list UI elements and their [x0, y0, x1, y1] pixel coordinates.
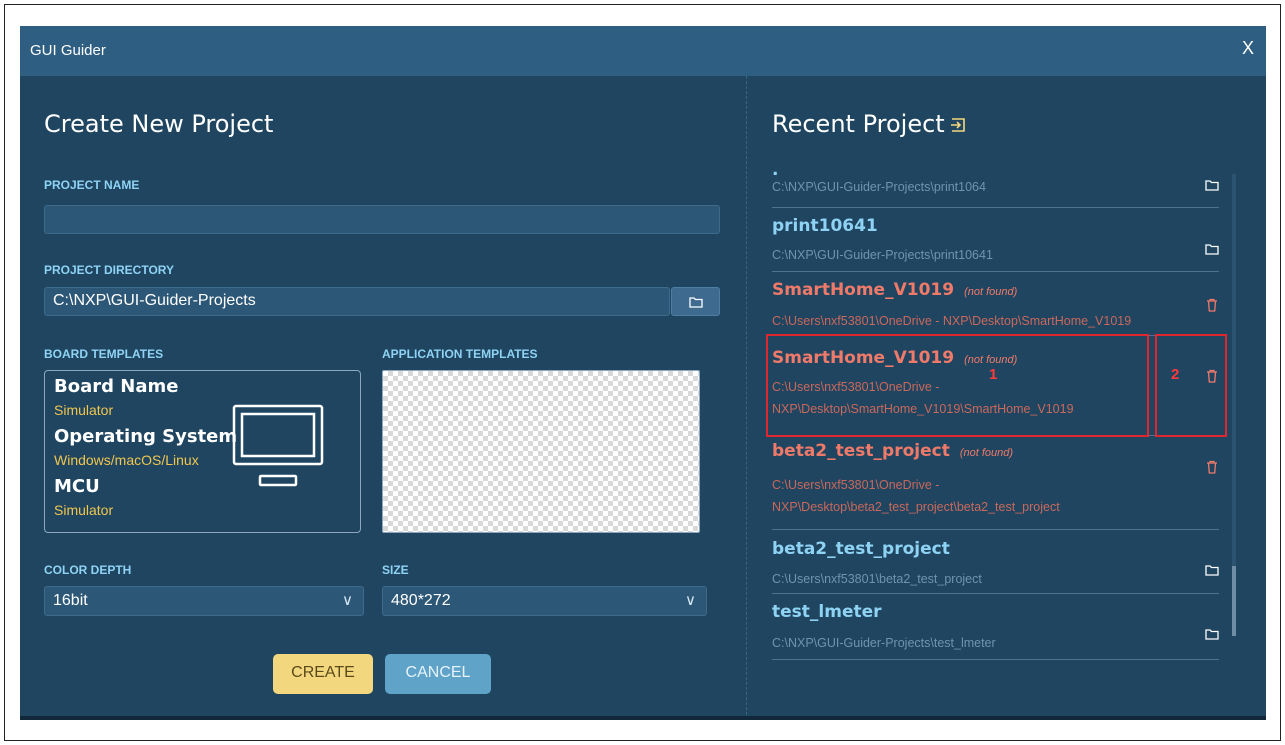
title-bar: GUI Guider X [20, 26, 1266, 76]
close-button[interactable]: X [1242, 38, 1254, 59]
recent-project-item[interactable]: beta2_test_project C:\Users\nxf53801\bet… [772, 530, 1219, 594]
recent-project-panel: Recent Project . C:\NXP\GUI-Guider-Proje… [747, 76, 1266, 720]
size-value: 480*272 [391, 592, 451, 609]
recent-project-item[interactable]: . C:\NXP\GUI-Guider-Projects\print1064 [772, 160, 1219, 208]
recent-scrollbar-thumb[interactable] [1232, 566, 1236, 636]
recent-project-path: C:\Users\nxf53801\beta2_test_project [772, 572, 982, 586]
color-depth-label: COLOR DEPTH [44, 563, 132, 577]
annotation-label-1: 1 [989, 366, 998, 383]
monitor-icon [232, 404, 324, 487]
chevron-down-icon: ∨ [342, 592, 353, 609]
window-title: GUI Guider [30, 42, 106, 59]
project-directory-label: PROJECT DIRECTORY [44, 263, 175, 277]
project-name-label: PROJECT NAME [44, 178, 140, 192]
recent-project-name: beta2_test_project [772, 539, 950, 559]
folder-icon[interactable] [1205, 627, 1219, 641]
create-project-heading: Create New Project [44, 110, 274, 138]
size-label: SIZE [382, 563, 409, 577]
recent-project-name: test_lmeter [772, 602, 882, 622]
recent-project-item[interactable]: test_lmeter C:\NXP\GUI-Guider-Projects\t… [772, 594, 1219, 660]
recent-project-item-not-found[interactable]: beta2_test_project (not found) C:\Users\n… [772, 436, 1219, 530]
not-found-tag: (not found) [959, 447, 1014, 459]
operating-system-value: Windows/macOS/Linux [54, 452, 199, 468]
folder-icon[interactable] [1205, 242, 1219, 256]
folder-icon[interactable] [1205, 178, 1219, 192]
folder-icon[interactable] [1205, 563, 1219, 577]
chevron-down-icon: ∨ [685, 592, 696, 609]
recent-project-path-line1: C:\Users\nxf53801\OneDrive - [772, 478, 940, 492]
trash-icon[interactable] [1205, 298, 1219, 312]
color-depth-value: 16bit [53, 592, 88, 609]
project-name-input[interactable] [44, 205, 720, 234]
board-name-value: Simulator [54, 402, 114, 418]
mcu-key: MCU [54, 476, 100, 497]
gui-guider-dialog: GUI Guider X Create New Project PROJECT … [20, 26, 1266, 720]
annotation-label-2: 2 [1171, 366, 1180, 383]
recent-project-path-line2: NXP\Desktop\beta2_test_project\beta2_tes… [772, 500, 1060, 514]
folder-icon [689, 297, 703, 308]
color-depth-select[interactable]: 16bit ∨ [44, 586, 364, 616]
recent-project-path: C:\NXP\GUI-Guider-Projects\print1064 [772, 180, 986, 194]
project-directory-input[interactable]: C:\NXP\GUI-Guider-Projects [44, 287, 670, 316]
board-name-key: Board Name [54, 376, 179, 397]
cancel-button[interactable]: CANCEL [385, 654, 491, 694]
operating-system-key: Operating System [54, 426, 238, 447]
board-template-card[interactable]: Board Name Simulator Operating System Wi… [44, 370, 361, 533]
recent-project-name: print10641 [772, 216, 878, 236]
recent-project-path: C:\NXP\GUI-Guider-Projects\print10641 [772, 248, 993, 262]
recent-project-path: C:\Users\nxf53801\OneDrive - NXP\Desktop… [772, 314, 1132, 328]
recent-project-item-not-found[interactable]: SmartHome_V1019 (not found) C:\Users\nxf5… [772, 272, 1219, 336]
application-templates-label: APPLICATION TEMPLATES [382, 347, 538, 361]
recent-project-path: C:\NXP\GUI-Guider-Projects\test_lmeter [772, 636, 996, 650]
recent-project-item[interactable]: print10641 C:\NXP\GUI-Guider-Projects\pr… [772, 208, 1219, 272]
mcu-value: Simulator [54, 502, 114, 518]
create-project-panel: Create New Project PROJECT NAME PROJECT … [20, 76, 746, 720]
not-found-tag: (not found) [964, 286, 1018, 298]
browse-directory-button[interactable] [671, 287, 720, 316]
import-icon[interactable] [950, 117, 968, 133]
dialog-bottom-edge [20, 716, 1266, 720]
highlight-box-1 [766, 334, 1149, 437]
application-template-preview[interactable] [382, 370, 700, 533]
recent-project-name: SmartHome_V1019 (not found) [772, 280, 1018, 300]
board-templates-label: BOARD TEMPLATES [44, 347, 164, 361]
size-select[interactable]: 480*272 ∨ [382, 586, 707, 616]
highlight-box-2 [1155, 334, 1227, 437]
recent-project-heading: Recent Project [772, 110, 945, 138]
create-button[interactable]: CREATE [273, 654, 373, 694]
recent-project-name: beta2_test_project (not found) [772, 441, 1014, 461]
recent-project-name: . [772, 160, 779, 180]
trash-icon[interactable] [1205, 460, 1219, 474]
